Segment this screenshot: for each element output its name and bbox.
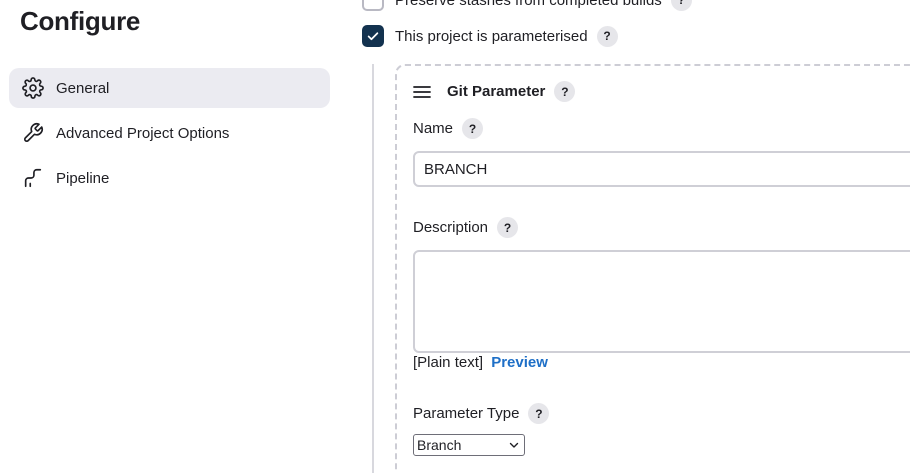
- drag-handle-icon[interactable]: [413, 83, 431, 101]
- sidebar-item-label: Advanced Project Options: [56, 124, 230, 142]
- preserve-stashes-checkbox[interactable]: [362, 0, 384, 11]
- help-icon[interactable]: ?: [497, 217, 519, 238]
- parameterised-checkbox[interactable]: [362, 25, 384, 47]
- help-icon[interactable]: ?: [596, 25, 618, 47]
- check-icon: [367, 32, 379, 41]
- help-icon[interactable]: ?: [528, 403, 550, 424]
- git-parameter-card: Git Parameter ? Name ? Description ? [Pl…: [395, 64, 910, 473]
- description-field-label: Description ?: [413, 217, 519, 238]
- preserve-stashes-option: Preserve stashes from completed builds ?: [362, 0, 692, 11]
- sidebar-item-pipeline[interactable]: Pipeline: [9, 158, 330, 198]
- gear-icon: [22, 77, 44, 99]
- name-input[interactable]: [413, 151, 910, 187]
- sidebar-nav: General Advanced Project Options Pipelin…: [9, 68, 330, 203]
- parameter-title: Git Parameter: [447, 83, 546, 100]
- name-field-label: Name ?: [413, 118, 484, 139]
- description-textarea[interactable]: [413, 250, 910, 353]
- preview-link[interactable]: Preview: [491, 354, 548, 371]
- sidebar-item-general[interactable]: General: [9, 68, 330, 108]
- parameter-type-select[interactable]: Branch: [413, 434, 525, 456]
- preserve-stashes-label: Preserve stashes from completed builds: [395, 0, 662, 9]
- help-icon[interactable]: ?: [554, 81, 576, 102]
- help-icon[interactable]: ?: [670, 0, 692, 11]
- page-title: Configure: [20, 6, 141, 36]
- name-label: Name: [413, 120, 454, 137]
- sidebar-item-advanced-project-options[interactable]: Advanced Project Options: [9, 113, 330, 153]
- parameterised-label: This project is parameterised: [395, 27, 588, 45]
- help-icon[interactable]: ?: [462, 118, 484, 139]
- pipeline-icon: [22, 167, 44, 189]
- sidebar-item-label: Pipeline: [56, 169, 110, 187]
- wrench-icon: [22, 122, 44, 144]
- section-divider: [372, 64, 374, 473]
- description-label: Description: [413, 219, 489, 236]
- parameter-type-field-label: Parameter Type ?: [413, 403, 550, 424]
- card-header: Git Parameter ?: [413, 81, 576, 102]
- sidebar-item-label: General: [56, 79, 110, 97]
- parameterised-option: This project is parameterised ?: [362, 25, 618, 47]
- parameter-type-value: Branch: [417, 437, 462, 453]
- format-label: [Plain text]: [413, 354, 484, 371]
- chevron-down-icon: [509, 442, 519, 448]
- markup-format-row: [Plain text] Preview: [413, 354, 548, 371]
- parameter-type-label: Parameter Type: [413, 405, 520, 422]
